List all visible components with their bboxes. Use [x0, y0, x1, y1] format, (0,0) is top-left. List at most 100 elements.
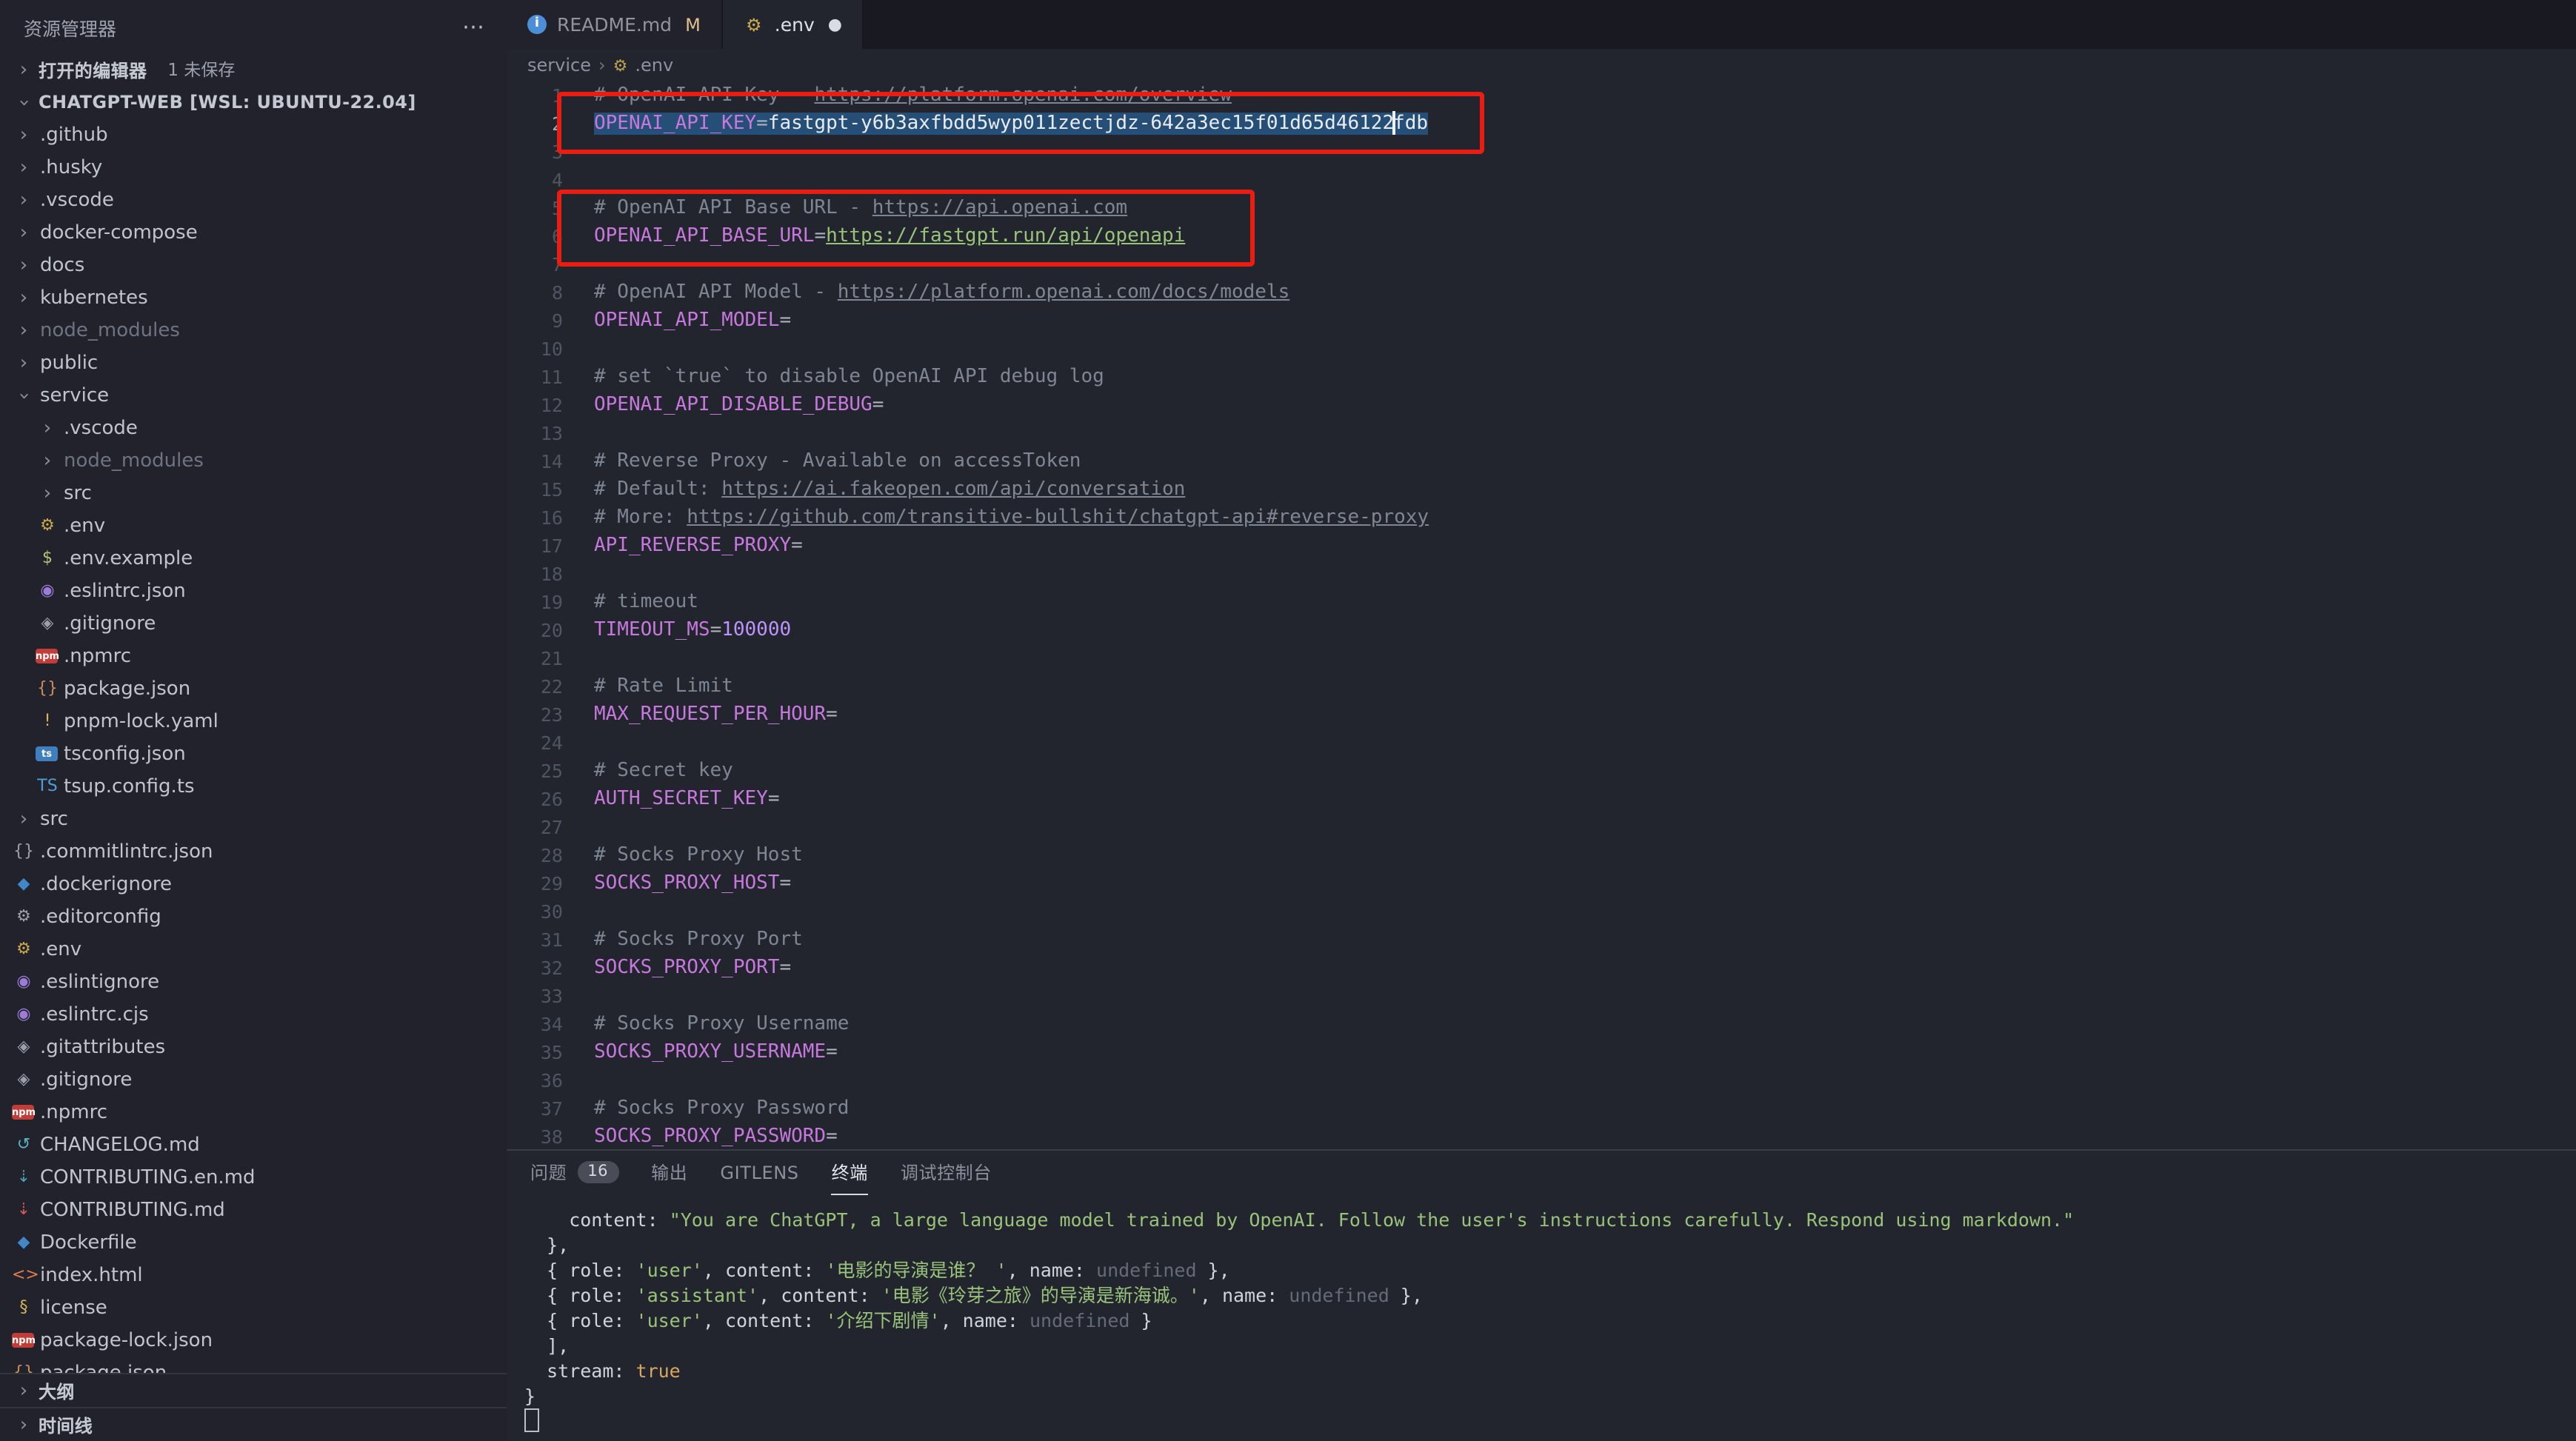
file-item-tsup.config.ts[interactable]: TStsup.config.ts	[0, 770, 507, 803]
folder-item-node_modules[interactable]: ›node_modules	[0, 444, 507, 477]
file-item-package.json[interactable]: {}package.json	[0, 672, 507, 705]
code-line-37[interactable]: 37# Socks Proxy Password	[507, 1094, 2576, 1123]
tree-item-label: .eslintrc.cjs	[40, 1003, 149, 1026]
file-item-.gitignore[interactable]: ◈.gitignore	[0, 1063, 507, 1096]
code-line-28[interactable]: 28# Socks Proxy Host	[507, 841, 2576, 869]
code-line-21[interactable]: 21	[507, 644, 2576, 672]
tree-item-label: index.html	[40, 1264, 143, 1286]
outline-section[interactable]: › 大纲	[0, 1373, 507, 1407]
folder-item-public[interactable]: ›public	[0, 347, 507, 379]
code-line-5[interactable]: 5# OpenAI API Base URL - https://api.ope…	[507, 194, 2576, 222]
code-line-8[interactable]: 8# OpenAI API Model - https://platform.o…	[507, 278, 2576, 307]
code-line-13[interactable]: 13	[507, 419, 2576, 447]
code-line-25[interactable]: 25# Secret key	[507, 757, 2576, 785]
folder-item-kubernetes[interactable]: ›kubernetes	[0, 281, 507, 314]
code-line-23[interactable]: 23MAX_REQUEST_PER_HOUR=	[507, 701, 2576, 729]
file-item-.gitattributes[interactable]: ◈.gitattributes	[0, 1031, 507, 1063]
file-item-.npmrc[interactable]: npm.npmrc	[0, 640, 507, 672]
folder-item-.husky[interactable]: ›.husky	[0, 151, 507, 184]
file-item-.env.example[interactable]: $.env.example	[0, 542, 507, 575]
code-line-1[interactable]: 1# OpenAI API Key - https://platform.ope…	[507, 81, 2576, 110]
code-line-27[interactable]: 27	[507, 813, 2576, 841]
file-item-CHANGELOG.md[interactable]: ↺CHANGELOG.md	[0, 1129, 507, 1161]
file-item-.eslintrc.json[interactable]: ◉.eslintrc.json	[0, 575, 507, 607]
code-line-10[interactable]: 10	[507, 335, 2576, 363]
code-line-33[interactable]: 33	[507, 982, 2576, 1010]
workspace-section[interactable]: › CHATGPT-WEB [WSL: UBUNTU-22.04]	[0, 86, 507, 118]
folder-item-.vscode[interactable]: ›.vscode	[0, 184, 507, 216]
code-line-2[interactable]: 2OPENAI_API_KEY=fastgpt-y6b3axfbdd5wyp01…	[507, 110, 2576, 138]
file-item-package.json[interactable]: {}package.json	[0, 1357, 507, 1373]
code-line-14[interactable]: 14# Reverse Proxy - Available on accessT…	[507, 447, 2576, 475]
tab-README.md[interactable]: iREADME.mdM	[507, 0, 723, 49]
code-line-34[interactable]: 34# Socks Proxy Username	[507, 1010, 2576, 1038]
code-line-16[interactable]: 16# More: https://github.com/transitive-…	[507, 504, 2576, 532]
tree-item-label: kubernetes	[40, 287, 148, 309]
file-item-.eslintrc.cjs[interactable]: ◉.eslintrc.cjs	[0, 998, 507, 1031]
code-line-17[interactable]: 17API_REVERSE_PROXY=	[507, 532, 2576, 560]
folder-item-node_modules[interactable]: ›node_modules	[0, 314, 507, 347]
code-line-22[interactable]: 22# Rate Limit	[507, 672, 2576, 701]
timeline-section[interactable]: › 时间线	[0, 1407, 507, 1441]
file-item-index.html[interactable]: <>index.html	[0, 1259, 507, 1291]
code-line-20[interactable]: 20TIMEOUT_MS=100000	[507, 616, 2576, 644]
panel-tab-调试控制台[interactable]: 调试控制台	[901, 1151, 992, 1195]
code-line-9[interactable]: 9OPENAI_API_MODEL=	[507, 307, 2576, 335]
code-line-7[interactable]: 7	[507, 250, 2576, 278]
file-item-.env[interactable]: ⚙.env	[0, 509, 507, 542]
panel-tab-输出[interactable]: 输出	[651, 1151, 687, 1195]
tab-.env[interactable]: ⚙.env●	[723, 0, 864, 49]
code-line-18[interactable]: 18	[507, 560, 2576, 588]
more-actions-icon[interactable]: ⋯	[462, 13, 486, 40]
file-item-CONTRIBUTING.md[interactable]: ⇣CONTRIBUTING.md	[0, 1194, 507, 1226]
folder-item-src[interactable]: ›src	[0, 803, 507, 835]
folder-item-service[interactable]: ›service	[0, 379, 507, 412]
panel-tab-GITLENS[interactable]: GITLENS	[720, 1151, 798, 1195]
panel-tab-终端[interactable]: 终端	[832, 1151, 868, 1195]
code-line-36[interactable]: 36	[507, 1066, 2576, 1094]
file-item-license[interactable]: §license	[0, 1291, 507, 1324]
folder-item-.github[interactable]: ›.github	[0, 118, 507, 151]
code-line-15[interactable]: 15# Default: https://ai.fakeopen.com/api…	[507, 475, 2576, 504]
code-line-35[interactable]: 35SOCKS_PROXY_USERNAME=	[507, 1038, 2576, 1066]
code-line-11[interactable]: 11# set `true` to disable OpenAI API deb…	[507, 363, 2576, 391]
breadcrumb-folder[interactable]: service	[527, 55, 591, 76]
file-item-.commitlintrc.json[interactable]: {}.commitlintrc.json	[0, 835, 507, 868]
code-line-4[interactable]: 4	[507, 166, 2576, 194]
terminal-line: stream: true	[524, 1358, 2576, 1383]
code-line-24[interactable]: 24	[507, 729, 2576, 757]
file-item-CONTRIBUTING.en.md[interactable]: ⇣CONTRIBUTING.en.md	[0, 1161, 507, 1194]
file-item-.gitignore[interactable]: ◈.gitignore	[0, 607, 507, 640]
html-icon: <>	[12, 1265, 36, 1285]
open-editors-section[interactable]: › 打开的编辑器 1 未保存	[0, 53, 507, 86]
code-line-3[interactable]: 3	[507, 138, 2576, 166]
code-line-26[interactable]: 26AUTH_SECRET_KEY=	[507, 785, 2576, 813]
panel-tab-问题[interactable]: 问题16	[530, 1151, 618, 1195]
code-line-38[interactable]: 38SOCKS_PROXY_PASSWORD=	[507, 1123, 2576, 1149]
file-item-pnpm-lock.yaml[interactable]: !pnpm-lock.yaml	[0, 705, 507, 738]
code-line-19[interactable]: 19# timeout	[507, 588, 2576, 616]
file-item-tsconfig.json[interactable]: tstsconfig.json	[0, 738, 507, 770]
terminal-output[interactable]: content: "You are ChatGPT, a large langu…	[507, 1195, 2576, 1441]
folder-item-docs[interactable]: ›docs	[0, 249, 507, 281]
code-line-32[interactable]: 32SOCKS_PROXY_PORT=	[507, 954, 2576, 982]
file-item-.env[interactable]: ⚙.env	[0, 933, 507, 966]
editor-code-area[interactable]: 1# OpenAI API Key - https://platform.ope…	[507, 81, 2576, 1149]
code-line-12[interactable]: 12OPENAI_API_DISABLE_DEBUG=	[507, 391, 2576, 419]
line-number: 3	[507, 138, 563, 166]
file-item-Dockerfile[interactable]: ◆Dockerfile	[0, 1226, 507, 1259]
file-item-.eslintignore[interactable]: ◉.eslintignore	[0, 966, 507, 998]
file-item-.editorconfig[interactable]: ⚙.editorconfig	[0, 900, 507, 933]
code-line-31[interactable]: 31# Socks Proxy Port	[507, 926, 2576, 954]
code-line-29[interactable]: 29SOCKS_PROXY_HOST=	[507, 869, 2576, 897]
folder-item-src[interactable]: ›src	[0, 477, 507, 509]
tree-item-label: .eslintrc.json	[64, 580, 186, 602]
folder-item-docker-compose[interactable]: ›docker-compose	[0, 216, 507, 249]
file-item-package-lock.json[interactable]: npmpackage-lock.json	[0, 1324, 507, 1357]
code-line-30[interactable]: 30	[507, 897, 2576, 926]
file-item-.dockerignore[interactable]: ◆.dockerignore	[0, 868, 507, 900]
file-item-.npmrc[interactable]: npm.npmrc	[0, 1096, 507, 1129]
code-line-6[interactable]: 6OPENAI_API_BASE_URL=https://fastgpt.run…	[507, 222, 2576, 250]
breadcrumb-file[interactable]: .env	[635, 55, 673, 76]
folder-item-.vscode[interactable]: ›.vscode	[0, 412, 507, 444]
